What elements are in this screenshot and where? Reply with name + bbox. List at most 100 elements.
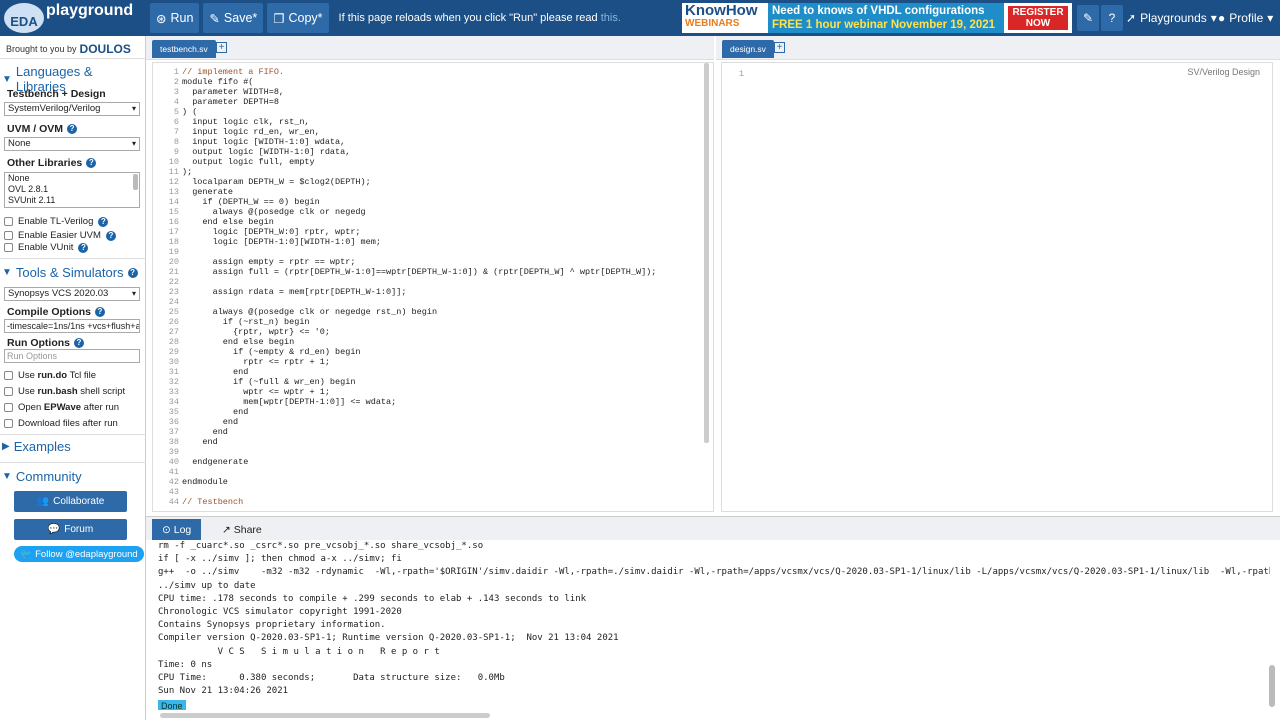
help-icon[interactable]: ? xyxy=(78,242,89,253)
line-number: 25 xyxy=(168,307,179,317)
copy-icon: ❐ xyxy=(273,11,285,26)
tools-simulators-header[interactable]: ▼ Tools & Simulators ? xyxy=(2,265,138,280)
checkbox[interactable] xyxy=(4,371,13,380)
checkbox[interactable] xyxy=(4,403,13,412)
checkbox[interactable] xyxy=(4,217,13,226)
help-icon[interactable]: ? xyxy=(67,124,78,134)
editor-scrollbar[interactable] xyxy=(704,63,709,443)
code-line: assign full = (rptr[DEPTH_W-1:0]==wptr[D… xyxy=(182,267,657,277)
log-line: Compiler version Q-2020.03-SP1-1; Runtim… xyxy=(158,633,619,644)
line-number: 8 xyxy=(173,137,179,147)
save-button[interactable]: ✎ Save* xyxy=(203,3,264,33)
help-icon[interactable]: ? xyxy=(86,158,97,168)
caret-down-icon: ▾ xyxy=(1267,11,1274,25)
add-file-icon[interactable]: + xyxy=(216,42,227,53)
compile-options-label: Compile Options ? xyxy=(7,306,105,318)
line-number: 1 xyxy=(173,67,179,77)
line-number: 44 xyxy=(168,497,179,507)
use-run-do-checkbox[interactable]: Use run.do Tcl file xyxy=(4,370,96,381)
webinar-banner[interactable]: KnowHow WEBINARS Need to knows of VHDL c… xyxy=(682,3,1072,33)
tab-design[interactable]: design.sv xyxy=(722,40,774,58)
help-icon[interactable]: ? xyxy=(105,230,116,241)
banner-text: Need to knows of VHDL configurations FRE… xyxy=(768,3,1004,33)
other-libraries-list[interactable]: None OVL 2.8.1 SVUnit 2.11 xyxy=(4,172,140,208)
caret-down-icon: ▼ xyxy=(2,73,12,85)
sidebar: Brought to you by DOULOS ▼ Languages & L… xyxy=(0,36,146,720)
forum-button[interactable]: 💬 Forum xyxy=(14,519,127,540)
enable-tl-verilog-checkbox[interactable]: Enable TL-Verilog ? xyxy=(4,216,109,227)
checkbox[interactable] xyxy=(4,419,13,428)
line-number: 21 xyxy=(168,267,179,277)
line-number: 12 xyxy=(168,177,179,187)
logo-playground: playground xyxy=(46,2,134,19)
language-select[interactable]: SystemVerilog/Verilog ▾ xyxy=(4,102,140,116)
edit-icon[interactable]: ✎ xyxy=(1077,5,1099,31)
community-header[interactable]: ▼ Community xyxy=(2,469,82,484)
playgrounds-menu[interactable]: ➚ Playgrounds ▾ xyxy=(1126,5,1217,31)
follow-twitter-button[interactable]: 🐦 Follow @edaplayground xyxy=(14,546,144,562)
tab-log[interactable]: ⊙ Log xyxy=(152,519,202,541)
enable-vunit-checkbox[interactable]: Enable VUnit ? xyxy=(4,242,89,253)
line-number: 33 xyxy=(168,387,179,397)
reload-message: If this page reloads when you click "Run… xyxy=(338,12,621,24)
code-line: end xyxy=(182,417,239,427)
logo-eda: EDA xyxy=(4,3,44,33)
list-item[interactable]: None xyxy=(8,173,139,184)
copy-button[interactable]: ❐ Copy* xyxy=(267,3,329,33)
line-number: 39 xyxy=(168,447,179,457)
doulos-logo[interactable]: DOULOS xyxy=(80,42,131,56)
use-run-bash-checkbox[interactable]: Use run.bash shell script xyxy=(4,386,125,397)
divider xyxy=(0,58,146,59)
log-horizontal-scrollbar[interactable] xyxy=(160,713,490,718)
code-line: module fifo #( xyxy=(182,77,254,87)
other-libraries-label: Other Libraries ? xyxy=(7,157,97,169)
run-button[interactable]: ⊛ Run xyxy=(150,3,200,33)
code-line: if (DEPTH_W == 0) begin xyxy=(182,197,320,207)
code-line: if (~full & wr_en) begin xyxy=(182,377,356,387)
checkbox[interactable] xyxy=(4,243,13,252)
help-icon[interactable]: ? xyxy=(127,267,138,278)
reload-help-link[interactable]: this. xyxy=(601,12,621,24)
eda-playground-logo[interactable]: EDA playground xyxy=(0,0,146,36)
list-scrollbar[interactable] xyxy=(133,174,138,190)
testbench-editor[interactable]: 1 2 3 4 5 6 7 8 9 10 11 12 13 14 15 16 17 18 19 20 21 22 23 24 2… xyxy=(152,62,714,512)
enable-easier-uvm-checkbox[interactable]: Enable Easier UVM ? xyxy=(4,230,116,241)
uvm-select[interactable]: None ▾ xyxy=(4,137,140,151)
log-line: g++ -o ../simv -m32 -m32 -rdynamic -Wl,-… xyxy=(158,567,1270,578)
code-line: // implement a FIFO. xyxy=(182,67,285,77)
code-line: input logic clk, rst_n, xyxy=(182,117,310,127)
help-icon[interactable]: ? xyxy=(1101,5,1123,31)
tab-share[interactable]: ↗ Share xyxy=(212,519,272,541)
run-options-input[interactable]: Run Options xyxy=(4,349,140,363)
log-output[interactable]: rm -f _cuarc*.so _csrc*.so pre_vcsobj_*.… xyxy=(152,540,1270,710)
log-vertical-scrollbar[interactable] xyxy=(1269,665,1275,707)
run-label: Run xyxy=(170,11,194,25)
save-label: Save* xyxy=(223,11,258,25)
line-number: 4 xyxy=(173,97,179,107)
open-epwave-checkbox[interactable]: Open EPWave after run xyxy=(4,402,119,413)
help-icon[interactable]: ? xyxy=(74,338,84,348)
line-number: 35 xyxy=(168,407,179,417)
list-item[interactable]: OVL 2.8.1 xyxy=(8,184,139,195)
line-number: 7 xyxy=(173,127,179,137)
compile-options-input[interactable]: -timescale=1ns/1ns +vcs+flush+all xyxy=(4,319,140,333)
caret-down-icon: ▼ xyxy=(2,471,12,482)
collaborate-button[interactable]: 👥 Collaborate xyxy=(14,491,127,512)
design-editor[interactable]: 1 SV/Verilog Design xyxy=(721,62,1273,512)
code-area[interactable]: // implement a FIFO. module fifo #( param… xyxy=(182,67,656,507)
tab-testbench[interactable]: testbench.sv xyxy=(152,40,216,58)
checkbox[interactable] xyxy=(4,231,13,240)
list-item[interactable]: SVUnit 2.11 xyxy=(8,195,139,206)
checkbox[interactable] xyxy=(4,387,13,396)
profile-menu[interactable]: ● Profile ▾ xyxy=(1218,5,1273,31)
add-file-icon[interactable]: + xyxy=(774,42,785,53)
line-number: 30 xyxy=(168,357,179,367)
help-icon[interactable]: ? xyxy=(98,216,109,227)
download-files-checkbox[interactable]: Download files after run xyxy=(4,418,118,429)
simulator-select[interactable]: Synopsys VCS 2020.03 ▾ xyxy=(4,287,140,301)
examples-header[interactable]: ▶ Examples xyxy=(2,439,71,454)
chevron-down-icon: ▾ xyxy=(131,139,136,148)
register-now-button[interactable]: REGISTER NOW xyxy=(1008,6,1068,30)
help-icon[interactable]: ? xyxy=(95,307,105,317)
